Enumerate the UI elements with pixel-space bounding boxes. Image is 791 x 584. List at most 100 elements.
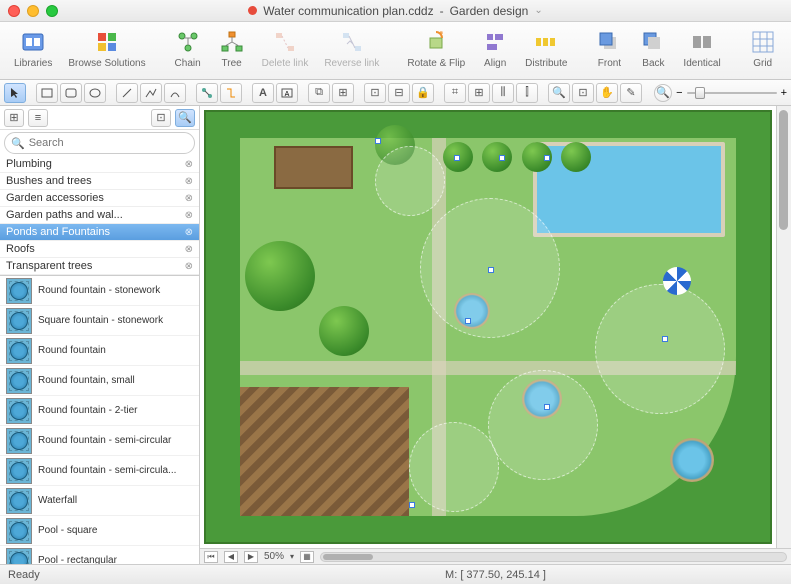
library-item[interactable]: Round fountain - stonework <box>0 276 199 306</box>
sidebar-list-view[interactable]: ≡ <box>28 109 48 127</box>
close-icon[interactable]: ⊗ <box>185 159 193 170</box>
horizontal-scrollbar[interactable] <box>320 552 787 562</box>
category-label: Ponds and Fountains <box>6 226 110 238</box>
connector-tool[interactable] <box>196 83 218 103</box>
library-item[interactable]: Round fountain - 2-tier <box>0 396 199 426</box>
ellipse-tool[interactable] <box>84 83 106 103</box>
close-icon[interactable]: ⊗ <box>185 261 193 272</box>
sidebar-search-toggle[interactable]: 🔍 <box>175 109 195 127</box>
vertical-scrollbar[interactable] <box>776 106 791 548</box>
library-thumb <box>6 428 32 454</box>
vscroll-thumb[interactable] <box>779 110 788 230</box>
library-item[interactable]: Round fountain <box>0 336 199 366</box>
page-first[interactable]: ⏮ <box>204 551 218 563</box>
libraries-icon <box>19 28 47 56</box>
search-box[interactable]: 🔍 <box>4 132 195 154</box>
group-tool[interactable]: ⊡ <box>364 83 386 103</box>
library-item[interactable]: Pool - rectangular <box>0 546 199 564</box>
library-item[interactable]: Round fountain - semi-circula... <box>0 456 199 486</box>
zoom-in-tool[interactable]: 🔍 <box>548 83 570 103</box>
text-tool[interactable]: A <box>252 83 274 103</box>
hscroll-thumb[interactable] <box>323 554 373 560</box>
line-tool[interactable] <box>116 83 138 103</box>
page-add[interactable]: ▦ <box>300 551 314 563</box>
sidebar-toolbar: ⊞ ≡ ⊡ 🔍 <box>0 106 199 130</box>
zoom-knob[interactable] <box>695 87 705 99</box>
zoom-dropdown-icon[interactable]: ▾ <box>290 552 294 561</box>
close-icon[interactable]: ⊗ <box>185 176 193 187</box>
zoom-fit-tool[interactable]: ⊡ <box>572 83 594 103</box>
align-button[interactable]: Align <box>475 26 515 71</box>
lock-tool[interactable]: 🔒 <box>412 83 434 103</box>
library-thumb <box>6 458 32 484</box>
zoom-slider[interactable] <box>687 92 777 94</box>
reverse-link-button[interactable]: Reverse link <box>318 26 385 71</box>
library-item[interactable]: Round fountain, small <box>0 366 199 396</box>
identical-button[interactable]: Identical <box>677 26 726 71</box>
close-icon[interactable]: ⊗ <box>185 227 193 238</box>
close-icon[interactable]: ⊗ <box>185 210 193 221</box>
category-row[interactable]: Garden paths and wal...⊗ <box>0 207 199 224</box>
front-button[interactable]: Front <box>589 26 629 71</box>
delete-link-button[interactable]: Delete link <box>256 26 315 71</box>
title-filename: Water communication plan.cddz <box>263 4 433 18</box>
window-title: Water communication plan.cddz - Garden d… <box>0 4 791 18</box>
close-icon[interactable] <box>8 5 20 17</box>
library-item[interactable]: Square fountain - stonework <box>0 306 199 336</box>
chain-button[interactable]: Chain <box>168 26 208 71</box>
maximize-icon[interactable] <box>46 5 58 17</box>
dropdown-icon[interactable]: ⌄ <box>534 5 542 16</box>
library-thumb <box>6 308 32 334</box>
sidebar-grid-view[interactable]: ⊡ <box>151 109 171 127</box>
distribute-button[interactable]: Distribute <box>519 26 573 71</box>
eyedropper-tool[interactable]: ✎ <box>620 83 642 103</box>
ungroup-tool[interactable]: ⊟ <box>388 83 410 103</box>
category-row[interactable]: Transparent trees⊗ <box>0 258 199 275</box>
category-row[interactable]: Bushes and trees⊗ <box>0 173 199 190</box>
color-button[interactable]: Color <box>783 26 791 71</box>
minimize-icon[interactable] <box>27 5 39 17</box>
snap-tool[interactable]: ⌗ <box>444 83 466 103</box>
pointer-tool[interactable] <box>4 83 26 103</box>
back-button[interactable]: Back <box>633 26 673 71</box>
library-thumb <box>6 398 32 424</box>
tree-button[interactable]: Tree <box>212 26 252 71</box>
page-prev[interactable]: ◀ <box>224 551 238 563</box>
polyline-tool[interactable] <box>140 83 162 103</box>
clone-tool[interactable]: ⧉ <box>308 83 330 103</box>
smart-connector-tool[interactable] <box>220 83 242 103</box>
grid-button[interactable]: Grid <box>743 26 783 71</box>
title-bar: Water communication plan.cddz - Garden d… <box>0 0 791 22</box>
library-item[interactable]: Waterfall <box>0 486 199 516</box>
library-item[interactable]: Round fountain - semi-circular <box>0 426 199 456</box>
search-input[interactable] <box>29 137 188 149</box>
category-row[interactable]: Ponds and Fountains ⊗ <box>0 224 199 241</box>
rotate-flip-button[interactable]: Rotate & Flip <box>401 26 471 71</box>
main-toolbar: Libraries Browse Solutions Chain Tree De… <box>0 22 791 80</box>
zoom-out-button[interactable]: 🔍 <box>654 84 672 102</box>
close-icon[interactable]: ⊗ <box>185 244 193 255</box>
snap-guides-tool[interactable]: ⫼ <box>492 83 514 103</box>
status-bar: Ready M: [ 377.50, 245.14 ] <box>0 564 791 584</box>
rect-tool[interactable] <box>36 83 58 103</box>
snap-grid-tool[interactable]: ⊞ <box>468 83 490 103</box>
browse-solutions-button[interactable]: Browse Solutions <box>62 26 151 71</box>
canvas[interactable] <box>200 106 776 548</box>
close-icon[interactable]: ⊗ <box>185 193 193 204</box>
plus-icon: + <box>781 87 787 99</box>
library-item[interactable]: Pool - square <box>0 516 199 546</box>
arc-tool[interactable] <box>164 83 186 103</box>
page-next[interactable]: ▶ <box>244 551 258 563</box>
stamp-tool[interactable]: ⊞ <box>332 83 354 103</box>
hand-tool[interactable]: ✋ <box>596 83 618 103</box>
category-row[interactable]: Garden accessories⊗ <box>0 190 199 207</box>
sidebar-tree-view[interactable]: ⊞ <box>4 109 24 127</box>
delete-link-icon <box>271 28 299 56</box>
snap-objects-tool[interactable]: ⫿ <box>516 83 538 103</box>
rounded-rect-tool[interactable] <box>60 83 82 103</box>
category-row[interactable]: Roofs⊗ <box>0 241 199 258</box>
text-box-tool[interactable]: A <box>276 83 298 103</box>
libraries-button[interactable]: Libraries <box>8 26 58 71</box>
category-row[interactable]: Plumbing⊗ <box>0 156 199 173</box>
canvas-footer: ⏮ ◀ ▶ 50% ▾ ▦ <box>200 548 791 564</box>
